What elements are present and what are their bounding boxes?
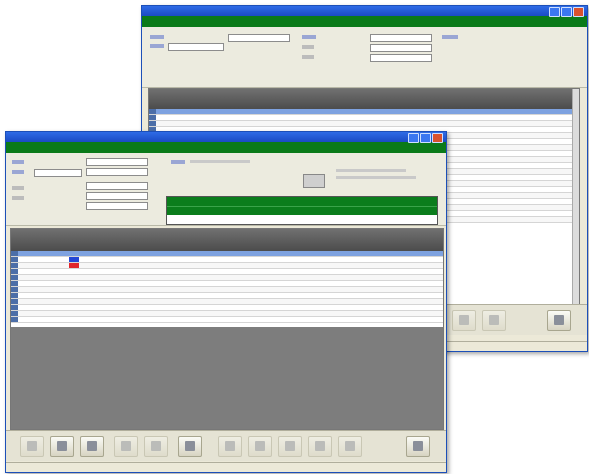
toolbar-button[interactable] bbox=[278, 436, 302, 457]
front-window-controls bbox=[408, 133, 443, 143]
front-field-a[interactable] bbox=[86, 168, 148, 176]
back-label-5 bbox=[302, 55, 314, 59]
front-field-d[interactable] bbox=[86, 202, 148, 210]
back-field-date[interactable] bbox=[168, 43, 224, 51]
grid-empty-area bbox=[11, 327, 443, 429]
close-button[interactable] bbox=[432, 133, 443, 143]
close-button[interactable] bbox=[573, 7, 584, 17]
front-toolbar bbox=[6, 430, 446, 461]
toolbar-button[interactable] bbox=[50, 436, 74, 457]
back-field-c[interactable] bbox=[370, 54, 432, 62]
front-grid-header bbox=[11, 229, 443, 251]
front-field-b[interactable] bbox=[86, 182, 148, 190]
front-header-bar bbox=[6, 142, 446, 153]
back-label-1 bbox=[150, 35, 164, 39]
maximize-button[interactable] bbox=[420, 133, 431, 143]
front-field-customer[interactable] bbox=[86, 158, 148, 166]
front-window bbox=[5, 131, 447, 473]
front-filter-panel bbox=[6, 153, 446, 226]
front-label-2 bbox=[12, 170, 24, 174]
back-toolbar-button[interactable] bbox=[482, 310, 506, 331]
exit-button[interactable] bbox=[406, 436, 430, 457]
maximize-button[interactable] bbox=[561, 7, 572, 17]
front-label-5 bbox=[171, 160, 185, 164]
minimize-button[interactable] bbox=[408, 133, 419, 143]
back-grid-header bbox=[149, 89, 579, 109]
back-header-bar bbox=[142, 16, 587, 27]
toolbar-button[interactable] bbox=[20, 436, 44, 457]
toolbar-button[interactable] bbox=[308, 436, 332, 457]
back-field-customer[interactable] bbox=[228, 34, 290, 42]
front-grid-rows bbox=[11, 251, 443, 323]
back-window-controls bbox=[549, 7, 584, 17]
back-grid-scrollbar[interactable] bbox=[572, 89, 579, 304]
back-label-4 bbox=[302, 45, 314, 49]
toolbar-button[interactable] bbox=[218, 436, 242, 457]
front-status-bar bbox=[6, 462, 446, 472]
front-field-c[interactable] bbox=[86, 192, 148, 200]
toolbar-button[interactable] bbox=[144, 436, 168, 457]
status-marker-red bbox=[69, 263, 79, 268]
back-field-b[interactable] bbox=[370, 44, 432, 52]
toolbar-button[interactable] bbox=[248, 436, 272, 457]
search-button[interactable] bbox=[303, 174, 325, 188]
back-title-bar bbox=[142, 6, 587, 17]
summary-table-header bbox=[167, 197, 437, 206]
back-label-3 bbox=[302, 35, 316, 39]
back-toolbar-button[interactable] bbox=[452, 310, 476, 331]
front-data-grid bbox=[10, 228, 444, 430]
back-field-a[interactable] bbox=[370, 34, 432, 42]
toolbar-button[interactable] bbox=[178, 436, 202, 457]
front-label-1 bbox=[12, 160, 24, 164]
toolbar-button[interactable] bbox=[114, 436, 138, 457]
table-row[interactable] bbox=[11, 317, 443, 323]
back-label-6 bbox=[442, 35, 458, 39]
toolbar-button[interactable] bbox=[80, 436, 104, 457]
back-label-2 bbox=[150, 44, 164, 48]
back-filter-panel bbox=[142, 27, 587, 88]
toolbar-button[interactable] bbox=[338, 436, 362, 457]
front-title-bar bbox=[6, 132, 446, 143]
front-label-3 bbox=[12, 186, 24, 190]
status-marker-blue bbox=[69, 257, 79, 262]
back-exit-button[interactable] bbox=[547, 310, 571, 331]
summary-table-row bbox=[167, 215, 437, 223]
front-label-4 bbox=[12, 196, 24, 200]
summary-table bbox=[166, 196, 438, 225]
minimize-button[interactable] bbox=[549, 7, 560, 17]
front-field-date[interactable] bbox=[34, 169, 82, 177]
front-info-text bbox=[190, 160, 250, 163]
front-note-line-1 bbox=[336, 169, 406, 172]
front-note-line-2 bbox=[336, 176, 416, 179]
summary-table-subheader bbox=[167, 206, 437, 215]
